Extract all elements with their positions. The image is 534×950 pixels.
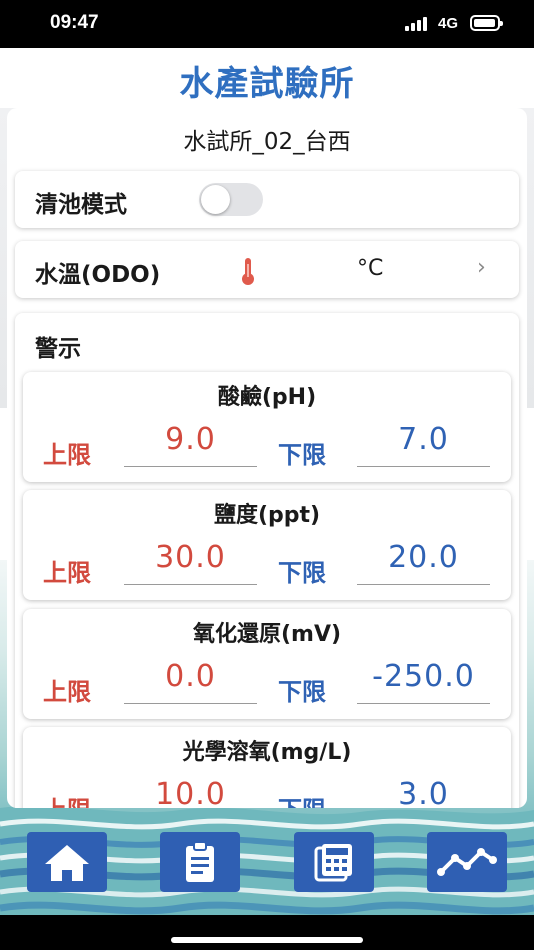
clean-mode-row: 清池模式 bbox=[15, 171, 519, 228]
upper-limit-label: 上限 bbox=[43, 559, 91, 587]
param-card-salinity: 鹽度(ppt) 上限 30.0 下限 20.0 bbox=[23, 490, 511, 600]
home-bar-area bbox=[0, 915, 534, 950]
device-name: 水試所_02_台西 bbox=[183, 129, 351, 155]
alerts-title: 警示 bbox=[35, 336, 81, 362]
alerts-section: 警示 酸鹼(pH) 上限 9.0 下限 7.0 鹽度(ppt) 上限 30.0 … bbox=[15, 313, 519, 808]
upper-limit-label: 上限 bbox=[43, 790, 91, 808]
param-title: 光學溶氧(mg/L) bbox=[182, 740, 352, 765]
main-panel: 水試所_02_台西 清池模式 水溫(ODO) °C › 警示 酸鹼(pH) 上限… bbox=[7, 108, 527, 808]
param-card-orp: 氧化還原(mV) 上限 0.0 下限 -250.0 bbox=[23, 609, 511, 719]
toggle-knob bbox=[201, 185, 230, 214]
lower-limit-label: 下限 bbox=[278, 559, 326, 587]
chevron-right-icon: › bbox=[477, 255, 486, 280]
clipboard-icon bbox=[186, 841, 214, 882]
upper-limit-input[interactable]: 30.0 bbox=[124, 540, 257, 585]
lower-limit-label: 下限 bbox=[278, 441, 326, 469]
nav-home-button[interactable] bbox=[27, 832, 107, 892]
param-card-dissolved-oxygen: 光學溶氧(mg/L) 上限 10.0 下限 3.0 bbox=[23, 727, 511, 808]
lower-limit-label: 下限 bbox=[278, 678, 326, 706]
chart-line-icon bbox=[437, 848, 497, 876]
param-card-ph: 酸鹼(pH) 上限 9.0 下限 7.0 bbox=[23, 372, 511, 482]
calculator-icon bbox=[314, 844, 352, 882]
lower-limit-input[interactable]: 3.0 bbox=[357, 777, 490, 808]
nav-records-button[interactable] bbox=[160, 832, 240, 892]
nav-calculator-button[interactable] bbox=[294, 832, 374, 892]
home-indicator[interactable] bbox=[171, 937, 363, 943]
network-label: 4G bbox=[438, 15, 459, 32]
upper-limit-input[interactable]: 0.0 bbox=[124, 659, 257, 704]
param-title: 酸鹼(pH) bbox=[217, 385, 317, 410]
home-icon bbox=[45, 845, 89, 881]
temperature-label: 水溫(ODO) bbox=[35, 262, 161, 288]
upper-limit-input[interactable]: 10.0 bbox=[124, 777, 257, 808]
param-title: 氧化還原(mV) bbox=[192, 622, 342, 647]
upper-limit-label: 上限 bbox=[43, 678, 91, 706]
water-temperature-row[interactable]: 水溫(ODO) °C › bbox=[15, 241, 519, 298]
upper-limit-input[interactable]: 9.0 bbox=[124, 422, 257, 467]
status-time: 09:47 bbox=[50, 12, 99, 33]
clean-mode-label: 清池模式 bbox=[35, 192, 127, 218]
temperature-unit: °C bbox=[357, 256, 384, 281]
battery-icon bbox=[470, 15, 503, 31]
status-bar: 09:47 4G bbox=[0, 0, 534, 48]
lower-limit-label: 下限 bbox=[278, 790, 326, 808]
app-title: 水產試驗所 bbox=[179, 64, 355, 104]
lower-limit-input[interactable]: 7.0 bbox=[357, 422, 490, 467]
param-title: 鹽度(ppt) bbox=[213, 503, 321, 528]
lower-limit-input[interactable]: 20.0 bbox=[357, 540, 490, 585]
lower-limit-input[interactable]: -250.0 bbox=[357, 659, 490, 704]
nav-chart-button[interactable] bbox=[427, 832, 507, 892]
thermometer-icon bbox=[242, 258, 254, 285]
clean-mode-toggle[interactable] bbox=[199, 183, 263, 216]
signal-icon bbox=[405, 17, 429, 31]
upper-limit-label: 上限 bbox=[43, 441, 91, 469]
